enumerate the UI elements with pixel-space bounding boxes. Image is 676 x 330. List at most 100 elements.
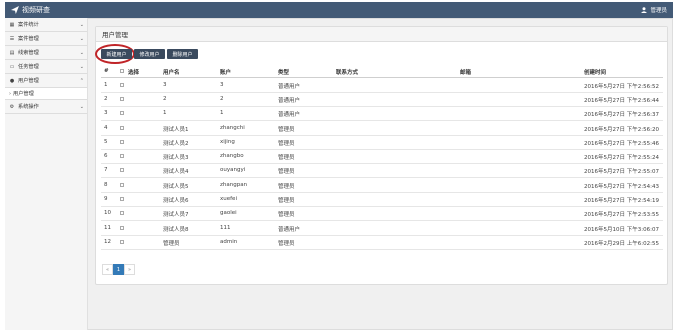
sidebar-item-user-management[interactable]: ● 用户管理 ⌃ — [5, 74, 87, 88]
row-12-type: 管理员 — [278, 241, 295, 247]
row-divider — [101, 163, 663, 164]
row-4-created: 2016年5月27日 下午2:56:20 — [584, 127, 659, 133]
row-8-username: 测试人员5 — [163, 184, 189, 190]
chevron-down-icon: ⌄ — [79, 49, 84, 56]
row-divider — [101, 249, 663, 250]
row-6-type: 管理员 — [278, 155, 295, 161]
row-1-checkbox[interactable] — [120, 83, 124, 87]
row-3-created: 2016年5月27日 下午2:56:37 — [584, 112, 659, 118]
sidebar-item-label: 案件管理 — [18, 36, 39, 42]
send-icon — [11, 6, 19, 14]
row-12-checkbox[interactable] — [120, 240, 124, 244]
row-divider — [101, 192, 663, 193]
row-7-username: 测试人员4 — [163, 169, 189, 175]
brand[interactable]: 视频研查 — [11, 5, 50, 15]
row-10-account: gaolei — [220, 210, 237, 216]
row-3-index: 3 — [104, 110, 108, 116]
column-header-email: 邮箱 — [460, 70, 472, 76]
column-header-username: 用户名 — [163, 70, 180, 76]
select-all-checkbox[interactable] — [120, 69, 124, 73]
row-12-created: 2016年2月29日 上午6:02:55 — [584, 241, 659, 247]
row-10-created: 2016年5月27日 下午2:53:55 — [584, 212, 659, 218]
row-3-checkbox[interactable] — [120, 111, 124, 115]
row-7-index: 7 — [104, 167, 108, 173]
row-11-checkbox[interactable] — [120, 226, 124, 230]
row-4-checkbox[interactable] — [120, 126, 124, 130]
row-divider — [101, 120, 663, 121]
column-header-index: # — [104, 68, 109, 74]
sidebar-item-label: 任务管理 — [18, 64, 39, 70]
row-2-type: 普通用户 — [278, 98, 301, 104]
row-10-username: 测试人员7 — [163, 212, 189, 218]
gear-icon: ⚙ — [9, 103, 15, 110]
edit-user-button[interactable]: 修改用户 — [134, 49, 165, 59]
row-4-index: 4 — [104, 125, 108, 131]
row-11-created: 2016年5月10日 下午3:06:07 — [584, 227, 659, 233]
delete-user-button[interactable]: 删除用户 — [167, 49, 198, 59]
row-8-checkbox[interactable] — [120, 183, 124, 187]
chevron-down-icon: ⌄ — [79, 103, 84, 110]
column-header-account: 账户 — [220, 70, 232, 76]
sidebar-item-clue-management[interactable]: ▤ 线索管理 ⌄ — [5, 46, 87, 60]
row-divider — [101, 206, 663, 207]
row-12-account: admin — [220, 239, 238, 245]
row-7-account: ouyangyi — [220, 167, 246, 173]
sidebar-item-label: 案件统计 — [18, 22, 39, 28]
row-4-account: zhangchi — [220, 125, 245, 131]
row-divider — [101, 106, 663, 107]
user-icon — [641, 7, 648, 13]
sidebar-item-case-management[interactable]: ☰ 案件管理 ⌄ — [5, 32, 87, 46]
row-2-checkbox[interactable] — [120, 97, 124, 101]
user-menu[interactable]: 管理员 — [641, 6, 667, 14]
sidebar-item-case-stats[interactable]: ▦ 案件统计 ⌄ — [5, 18, 87, 32]
row-7-type: 管理员 — [278, 169, 295, 175]
chevron-down-icon: ⌄ — [79, 63, 84, 70]
row-divider — [101, 92, 663, 93]
row-7-checkbox[interactable] — [120, 168, 124, 172]
row-9-username: 测试人员6 — [163, 198, 189, 204]
row-6-checkbox[interactable] — [120, 154, 124, 158]
user-icon: ● — [9, 77, 15, 84]
row-8-index: 8 — [104, 182, 108, 188]
row-6-username: 测试人员3 — [163, 155, 189, 161]
row-divider — [101, 220, 663, 221]
sidebar-subitem-user-management[interactable]: › 用户管理 — [5, 88, 87, 100]
row-1-created: 2016年5月27日 下午2:56:52 — [584, 84, 659, 90]
row-11-index: 11 — [104, 225, 111, 231]
next-page-button[interactable]: » — [124, 264, 135, 275]
row-5-account: xijing — [220, 139, 235, 145]
chart-icon: ▦ — [9, 21, 15, 28]
sidebar-item-label: 系统操作 — [18, 104, 39, 110]
row-divider — [101, 177, 663, 178]
row-2-username: 2 — [163, 96, 167, 102]
chevron-up-icon: ⌃ — [79, 77, 84, 84]
row-8-type: 管理员 — [278, 184, 295, 190]
sidebar: ▦ 案件统计 ⌄ ☰ 案件管理 ⌄ ▤ 线索管理 ⌄ ▭ 任务管理 ⌄ ● 用户管理 ⌃ … — [5, 18, 88, 330]
row-5-checkbox[interactable] — [120, 140, 124, 144]
prev-page-button[interactable]: « — [102, 264, 113, 275]
row-11-username: 测试人员8 — [163, 227, 189, 233]
chevron-down-icon: ⌄ — [79, 35, 84, 42]
row-5-type: 管理员 — [278, 141, 295, 147]
row-12-index: 12 — [104, 239, 111, 245]
pagination: « 1 » — [102, 264, 135, 275]
column-header-select: 选择 — [128, 70, 140, 76]
sidebar-item-system-operations[interactable]: ⚙ 系统操作 ⌄ — [5, 100, 87, 114]
chevron-right-icon: › — [9, 90, 11, 97]
column-header-created: 创建时间 — [584, 70, 607, 76]
user-name: 管理员 — [650, 8, 667, 14]
page-1-button[interactable]: 1 — [113, 264, 124, 275]
row-10-type: 管理员 — [278, 212, 295, 218]
row-9-type: 管理员 — [278, 198, 295, 204]
new-user-button[interactable]: 新建用户 — [101, 49, 132, 59]
row-9-account: xuefei — [220, 196, 237, 202]
row-9-checkbox[interactable] — [120, 197, 124, 201]
chevron-down-icon: ⌄ — [79, 21, 84, 28]
header-divider — [101, 77, 663, 78]
row-5-created: 2016年5月27日 下午2:55:46 — [584, 141, 659, 147]
sidebar-item-task-management[interactable]: ▭ 任务管理 ⌄ — [5, 60, 87, 74]
row-6-created: 2016年5月27日 下午2:55:24 — [584, 155, 659, 161]
column-header-contact: 联系方式 — [336, 70, 359, 76]
top-bar: 视频研查 管理员 — [5, 2, 673, 18]
row-10-checkbox[interactable] — [120, 211, 124, 215]
